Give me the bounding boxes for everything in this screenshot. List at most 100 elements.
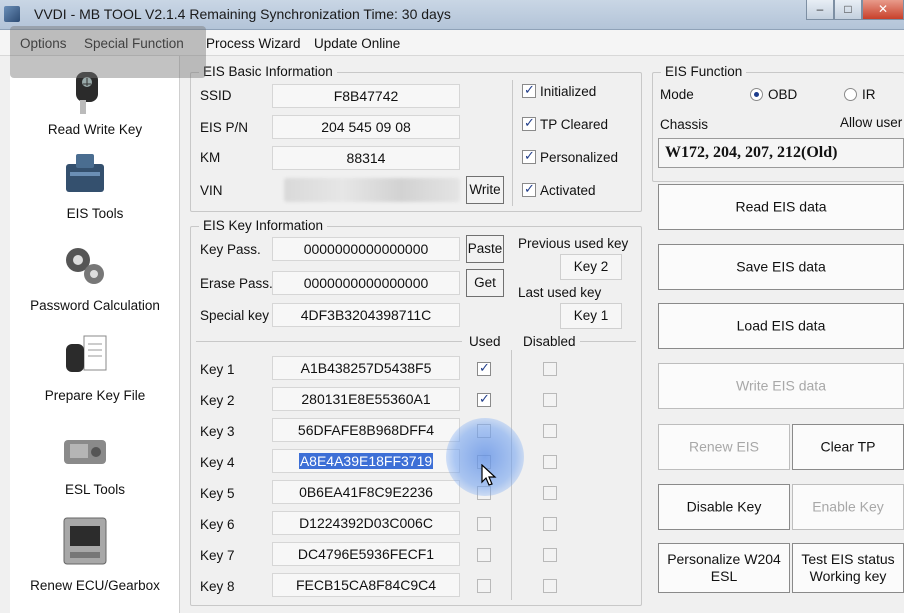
mode-obd-radio[interactable]	[750, 88, 763, 101]
key-used-checkbox[interactable]	[477, 579, 491, 593]
button-label: Disable Key	[686, 498, 762, 515]
mode-ir-radio[interactable]	[844, 88, 857, 101]
read-eis-data-button[interactable]: Read EIS data	[658, 184, 904, 230]
key-used-checkbox[interactable]	[477, 517, 491, 531]
key-label: Key 4	[200, 455, 235, 470]
paste-button[interactable]: Paste	[466, 235, 504, 263]
close-button[interactable]: ✕	[862, 0, 904, 20]
window-title: VVDI - MB TOOL V2.1.4 Remaining Synchron…	[34, 6, 451, 22]
eis-pn-field[interactable]: 204 545 09 08	[272, 115, 460, 139]
minimize-button[interactable]: –	[806, 0, 834, 20]
key-disabled-checkbox[interactable]	[543, 362, 557, 376]
sidebar-label: ESL Tools	[64, 482, 126, 497]
button-label-line2: Working key	[809, 568, 887, 584]
key-used-checkbox[interactable]	[477, 391, 491, 407]
button-label: Write EIS data	[735, 377, 826, 394]
key-used-checkbox[interactable]	[477, 548, 491, 562]
key-disabled-checkbox[interactable]	[543, 393, 557, 407]
km-field[interactable]: 88314	[272, 146, 460, 170]
chassis-label: Chassis	[660, 117, 709, 132]
erase-pass-label: Erase Pass.	[200, 276, 273, 291]
activated-label: Activated	[540, 183, 596, 198]
save-eis-data-button[interactable]: Save EIS data	[658, 244, 904, 290]
mode-label: Mode	[660, 87, 694, 102]
vin-label: VIN	[200, 183, 223, 198]
last-used-key-label: Last used key	[518, 285, 602, 300]
personalized-checkbox[interactable]	[522, 148, 536, 164]
tp-cleared-label: TP Cleared	[540, 117, 609, 132]
button-label-line1: Test EIS status	[801, 551, 895, 567]
km-label: KM	[200, 150, 221, 165]
tool-sidebar: Read Write Key EIS Tools Password Calcul…	[10, 56, 180, 613]
initialized-label: Initialized	[540, 84, 597, 99]
key-label: Key 8	[200, 579, 235, 594]
renew-eis-button[interactable]: Renew EIS	[658, 424, 790, 470]
clear-tp-button[interactable]: Clear TP	[792, 424, 904, 470]
key-disabled-checkbox[interactable]	[543, 548, 557, 562]
activated-checkbox[interactable]	[522, 181, 536, 197]
previous-used-key-label: Previous used key	[518, 236, 629, 251]
erase-pass-field[interactable]: 0000000000000000	[272, 271, 460, 295]
write-eis-data-button[interactable]: Write EIS data	[658, 363, 904, 409]
key-disabled-checkbox[interactable]	[543, 486, 557, 500]
sidebar-label: Renew ECU/Gearbox	[30, 578, 160, 593]
key-disabled-checkbox[interactable]	[543, 579, 557, 593]
menu-process-wizard[interactable]: Process Wizard	[206, 36, 301, 51]
key-value-field[interactable]: A1B438257D5438F5	[272, 356, 460, 380]
button-label: Load EIS data	[736, 317, 826, 334]
key-value-field[interactable]: 56DFAFE8B968DFF4	[272, 418, 460, 442]
group-legend: EIS Key Information	[199, 218, 328, 233]
special-key-field[interactable]: 4DF3B3204398711C	[272, 303, 460, 327]
key-pass-label: Key Pass.	[200, 242, 261, 257]
key-value-field[interactable]: FECB15CA8F84C9C4	[272, 573, 460, 597]
key-disabled-checkbox[interactable]	[543, 455, 557, 469]
ssid-field[interactable]: F8B47742	[272, 84, 460, 108]
button-label: Renew EIS	[688, 438, 760, 455]
key-label: Key 3	[200, 424, 235, 439]
key-label: Key 6	[200, 517, 235, 532]
allow-user-label: Allow user	[840, 115, 903, 130]
mouse-cursor-icon	[481, 464, 497, 486]
eis-pn-label: EIS P/N	[200, 120, 249, 135]
personalized-label: Personalized	[540, 150, 619, 165]
key-value-field[interactable]: 0B6EA41F8C9E2236	[272, 480, 460, 504]
initialized-checkbox[interactable]	[522, 82, 536, 98]
write-vin-button[interactable]: Write	[466, 176, 504, 204]
key-value-field[interactable]: DC4796E5936FECF1	[272, 542, 460, 566]
key-disabled-checkbox[interactable]	[543, 424, 557, 438]
key-document-icon	[66, 335, 107, 372]
enable-key-button[interactable]: Enable Key	[792, 484, 904, 530]
key-value-field[interactable]: D1224392D03C006C	[272, 511, 460, 535]
maximize-button[interactable]: □	[834, 0, 862, 20]
sidebar-label: Password Calculation	[30, 298, 160, 313]
disable-key-button[interactable]: Disable Key	[658, 484, 790, 530]
key-pass-field[interactable]: 0000000000000000	[272, 237, 460, 261]
gears-icon	[66, 248, 104, 284]
get-button[interactable]: Get	[466, 269, 504, 297]
last-used-key-value: Key 1	[560, 303, 622, 329]
divider	[196, 341, 462, 342]
ecu-icon	[63, 517, 107, 565]
menu-update-online[interactable]: Update Online	[314, 36, 400, 51]
key-value-field-selected[interactable]: A8E4A39E18FF3719	[272, 449, 460, 473]
personalize-w204-esl-button[interactable]: Personalize W204 ESL	[658, 543, 790, 593]
key-value-field[interactable]: 280131E8E55360A1	[272, 387, 460, 411]
divider	[512, 80, 513, 206]
button-label-line2: ESL	[710, 568, 738, 584]
button-label: Save EIS data	[736, 258, 826, 275]
eis-module-icon	[66, 154, 104, 192]
key-used-checkbox[interactable]	[477, 360, 491, 376]
group-legend: EIS Basic Information	[199, 64, 337, 79]
used-column-header: Used	[469, 334, 501, 349]
disabled-column-header: Disabled	[523, 334, 576, 349]
key-disabled-checkbox[interactable]	[543, 517, 557, 531]
menu-hover-overlay	[10, 26, 206, 78]
tp-cleared-checkbox[interactable]	[522, 115, 536, 131]
load-eis-data-button[interactable]: Load EIS data	[658, 303, 904, 349]
test-eis-status-button[interactable]: Test EIS status Working key	[792, 543, 904, 593]
chassis-select[interactable]: W172, 204, 207, 212(Old)	[658, 138, 904, 168]
key-label: Key 5	[200, 486, 235, 501]
button-label: Clear TP	[820, 438, 876, 455]
vin-field[interactable]	[284, 178, 460, 202]
special-key-label: Special key	[200, 308, 270, 323]
